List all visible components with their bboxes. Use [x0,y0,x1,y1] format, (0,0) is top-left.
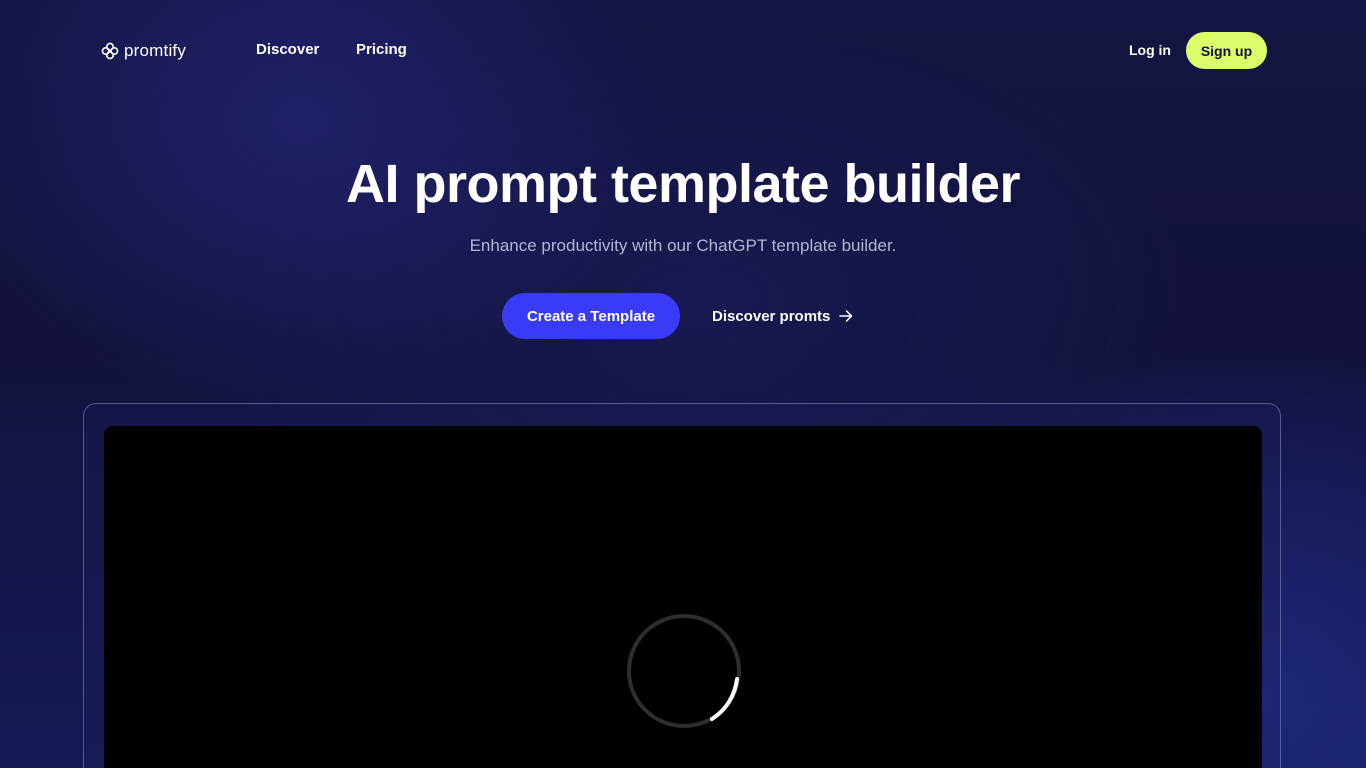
create-template-button[interactable]: Create a Template [502,293,680,339]
discover-prompts-label: Discover promts [712,307,831,325]
nav-link-pricing[interactable]: Pricing [356,41,407,58]
arrow-right-icon [839,310,853,322]
page-title: AI prompt template builder [345,154,1021,214]
hero-subtitle: Enhance productivity with our ChatGPT te… [469,236,897,255]
loading-spinner-icon [627,614,741,728]
logo[interactable]: promtify [101,40,186,62]
top-navigation: promtify Discover Pricing Log in Sign up [0,0,1366,100]
logo-icon [101,42,119,60]
nav-link-discover[interactable]: Discover [256,41,319,58]
logo-text: promtify [124,41,187,60]
discover-prompts-link[interactable]: Discover promts [712,306,853,326]
signup-button[interactable]: Sign up [1186,32,1267,69]
login-link[interactable]: Log in [1129,42,1171,58]
